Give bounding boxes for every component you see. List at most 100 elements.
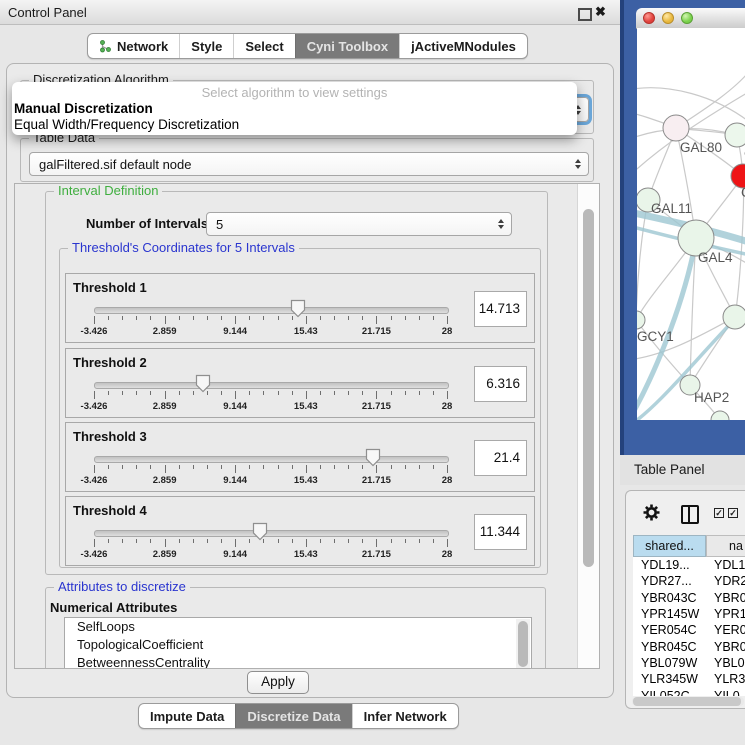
threshold-label: Threshold 2: [73, 355, 147, 370]
cell-name[interactable]: YDR2: [706, 574, 745, 588]
network-window-frame: GAL80GACGAL11GAL4GCY1HHAP2: [620, 0, 745, 455]
threshold-slider-rail[interactable]: [94, 530, 449, 537]
cell-shared-name[interactable]: YBR043C: [633, 591, 706, 605]
cell-shared-name[interactable]: YLR345W: [633, 672, 706, 686]
cyni-bottom-tab-bar: Impute Data Discretize Data Infer Network: [138, 703, 459, 729]
cell-shared-name[interactable]: YBL079W: [633, 656, 706, 670]
settings-scrollbar-thumb[interactable]: [583, 209, 594, 567]
table-row[interactable]: YER054CYER0: [633, 622, 745, 638]
table-panel: ✓ ✓ shared... na YDL19...YDL1YDR27...YDR…: [625, 490, 745, 709]
gear-icon[interactable]: [642, 503, 661, 522]
network-canvas[interactable]: GAL80GACGAL11GAL4GCY1HHAP2: [637, 28, 745, 420]
cell-name[interactable]: YBL0: [706, 656, 745, 670]
control-panel-tab-bar: Network StyleSelect Cyni Toolbox jActiveMNo…: [87, 33, 528, 59]
table-row[interactable]: YBR045CYBR0: [633, 638, 745, 654]
table-horizontal-scrollbar[interactable]: [632, 697, 744, 706]
cell-shared-name[interactable]: YER054C: [633, 623, 706, 637]
number-of-intervals-value: 5: [216, 217, 223, 232]
bottom-tab-discretize-data[interactable]: Discretize Data: [235, 704, 351, 728]
cell-shared-name[interactable]: YDL19...: [633, 558, 706, 572]
tab-style[interactable]: Style: [179, 34, 233, 58]
table-horizontal-scrollbar-thumb[interactable]: [633, 697, 741, 706]
cell-name[interactable]: YBR0: [706, 591, 745, 605]
threshold-value-field[interactable]: 11.344: [474, 514, 527, 550]
cell-name[interactable]: YDL1: [706, 558, 745, 572]
tab-jactivemnodules[interactable]: jActiveMNodules: [399, 34, 527, 58]
table-row[interactable]: YBL079WYBL0: [633, 655, 745, 671]
table-row[interactable]: YBR043CYBR0: [633, 590, 745, 606]
tab-select[interactable]: Select: [233, 34, 294, 58]
apply-button[interactable]: Apply: [247, 671, 309, 694]
checkbox-icon[interactable]: ✓: [728, 508, 738, 518]
numerical-attributes-label: Numerical Attributes: [50, 600, 177, 615]
threshold-label: Threshold 3: [73, 429, 147, 444]
threshold-box: Threshold 2 -3.4262.8599.14415.4321.7152…: [65, 348, 535, 418]
cell-name[interactable]: YLR3: [706, 672, 745, 686]
threshold-label: Threshold 1: [73, 280, 147, 295]
checkbox-icon[interactable]: ✓: [714, 508, 724, 518]
cell-name[interactable]: YBR0: [706, 640, 745, 654]
control-panel-title: Control Panel: [8, 5, 87, 20]
threshold-box: Threshold 4 -3.4262.8599.14415.4321.7152…: [65, 496, 535, 566]
slider-tick-labels: -3.4262.8599.14415.4321.71528: [94, 549, 447, 561]
network-node[interactable]: [723, 305, 745, 329]
bottom-tab-label: Impute Data: [150, 709, 224, 724]
cell-name[interactable]: YPR1: [706, 607, 745, 621]
threshold-slider-rail[interactable]: [94, 456, 449, 463]
cell-shared-name[interactable]: YDR27...: [633, 574, 706, 588]
close-traffic-light-icon[interactable]: [643, 12, 655, 24]
network-node[interactable]: [637, 311, 645, 329]
cell-name[interactable]: YER0: [706, 623, 745, 637]
settings-scrollbar[interactable]: [577, 184, 600, 668]
algorithm-option-equal-width[interactable]: Equal Width/Frequency Discretization: [12, 117, 577, 133]
zoom-traffic-light-icon[interactable]: [681, 12, 693, 24]
bottom-tab-label: Discretize Data: [247, 709, 340, 724]
float-window-icon[interactable]: [578, 8, 592, 21]
slider-ticks: [94, 465, 447, 474]
tab-network[interactable]: Network: [88, 34, 179, 58]
column-layout-icon[interactable]: [681, 505, 699, 524]
column-header-shared[interactable]: shared...: [633, 535, 706, 557]
attribute-list-item[interactable]: TopologicalCoefficient: [65, 636, 531, 654]
threshold-value-field[interactable]: 6.316: [474, 366, 527, 402]
control-panel-titlebar: Control Panel ✖: [0, 0, 620, 25]
number-of-intervals-label: Number of Intervals: [86, 216, 208, 231]
tab-label: Cyni Toolbox: [307, 39, 388, 54]
cell-shared-name[interactable]: YIL052C: [633, 689, 706, 696]
minimize-traffic-light-icon[interactable]: [662, 12, 674, 24]
cell-name[interactable]: YIL0: [706, 689, 745, 696]
numerical-attributes-list[interactable]: SelfLoopsTopologicalCoefficientBetweenne…: [64, 617, 532, 669]
network-node[interactable]: [725, 123, 745, 147]
table-row[interactable]: YLR345WYLR3: [633, 671, 745, 687]
threshold-label: Threshold 4: [73, 503, 147, 518]
network-node[interactable]: [663, 115, 689, 141]
threshold-value-field[interactable]: 21.4: [474, 440, 527, 476]
list-scrollbar[interactable]: [516, 619, 530, 668]
attribute-list-item[interactable]: SelfLoops: [65, 618, 531, 636]
list-scrollbar-thumb[interactable]: [518, 621, 528, 667]
tab-label: Network: [117, 39, 168, 54]
table-row[interactable]: YIL052CYIL0: [633, 687, 745, 696]
threshold-value-field[interactable]: 14.713: [474, 291, 527, 327]
algorithm-option-manual[interactable]: Manual Discretization: [12, 101, 577, 117]
close-icon[interactable]: ✖: [595, 4, 606, 20]
bottom-tab-infer-network[interactable]: Infer Network: [352, 704, 458, 728]
table-row[interactable]: YDL19...YDL1: [633, 557, 745, 573]
attribute-list-item[interactable]: BetweennessCentrality: [65, 654, 531, 669]
cell-shared-name[interactable]: YPR145W: [633, 607, 706, 621]
table-row[interactable]: YDR27...YDR2: [633, 573, 745, 589]
column-header-name[interactable]: na: [706, 535, 745, 557]
bottom-tab-impute-data[interactable]: Impute Data: [139, 704, 235, 728]
network-node-label: C: [741, 185, 745, 200]
cell-shared-name[interactable]: YBR045C: [633, 640, 706, 654]
slider-ticks: [94, 391, 447, 400]
network-node-label: GAL80: [680, 140, 722, 155]
table-data-combobox[interactable]: galFiltered.sif default node: [29, 152, 589, 176]
number-of-intervals-combobox[interactable]: 5: [206, 212, 512, 236]
algorithm-popup-placeholder: Select algorithm to view settings: [12, 85, 577, 101]
tab-cyni-toolbox[interactable]: Cyni Toolbox: [295, 34, 399, 58]
algorithm-dropdown-popup: Select algorithm to view settings Manual…: [12, 82, 577, 135]
threshold-slider-rail[interactable]: [94, 307, 449, 314]
table-row[interactable]: YPR145WYPR1: [633, 606, 745, 622]
threshold-slider-rail[interactable]: [94, 382, 449, 389]
